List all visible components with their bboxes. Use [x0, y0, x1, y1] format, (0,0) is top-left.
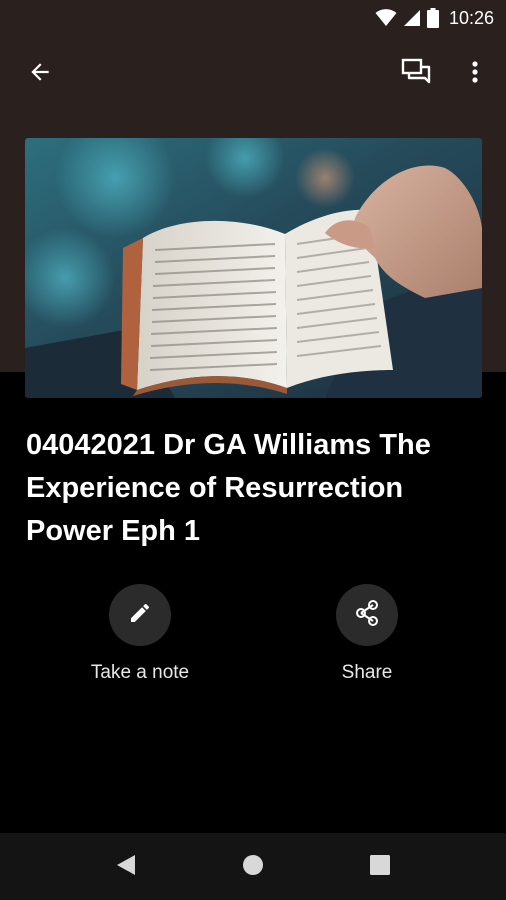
status-bar: 10:26 — [0, 0, 506, 36]
system-nav-bar — [0, 833, 506, 900]
share-label: Share — [341, 662, 393, 683]
wifi-icon — [375, 9, 397, 27]
battery-icon — [426, 8, 439, 28]
arrow-back-icon — [27, 59, 53, 90]
nav-back-button[interactable] — [106, 847, 146, 887]
nav-recents-icon — [369, 854, 391, 881]
nav-back-icon — [115, 853, 137, 882]
back-button[interactable] — [16, 50, 64, 98]
take-a-note-button[interactable]: Take a note — [60, 584, 220, 684]
chat-bubbles-icon — [401, 57, 433, 92]
share-icon — [354, 599, 380, 632]
take-a-note-circle[interactable] — [109, 584, 171, 646]
status-time: 10:26 — [448, 7, 494, 28]
episode-artwork — [25, 138, 482, 398]
screen: 10:26 04042021 Dr GA Williams The Experi… — [0, 0, 506, 900]
share-circle[interactable] — [336, 584, 398, 646]
open-bible-artwork — [25, 138, 482, 398]
nav-recents-button[interactable] — [360, 847, 400, 887]
pencil-icon — [128, 601, 152, 630]
nav-home-button[interactable] — [233, 847, 273, 887]
cellular-signal-icon — [403, 9, 421, 27]
share-button[interactable]: Share — [287, 584, 447, 684]
take-a-note-label: Take a note — [90, 662, 190, 683]
chat-button[interactable] — [393, 50, 441, 98]
more-vert-icon — [471, 60, 479, 89]
nav-home-icon — [241, 853, 265, 882]
episode-title: 04042021 Dr GA Williams The Experience o… — [26, 429, 431, 547]
more-options-button[interactable] — [451, 50, 499, 98]
toolbar — [0, 44, 506, 104]
